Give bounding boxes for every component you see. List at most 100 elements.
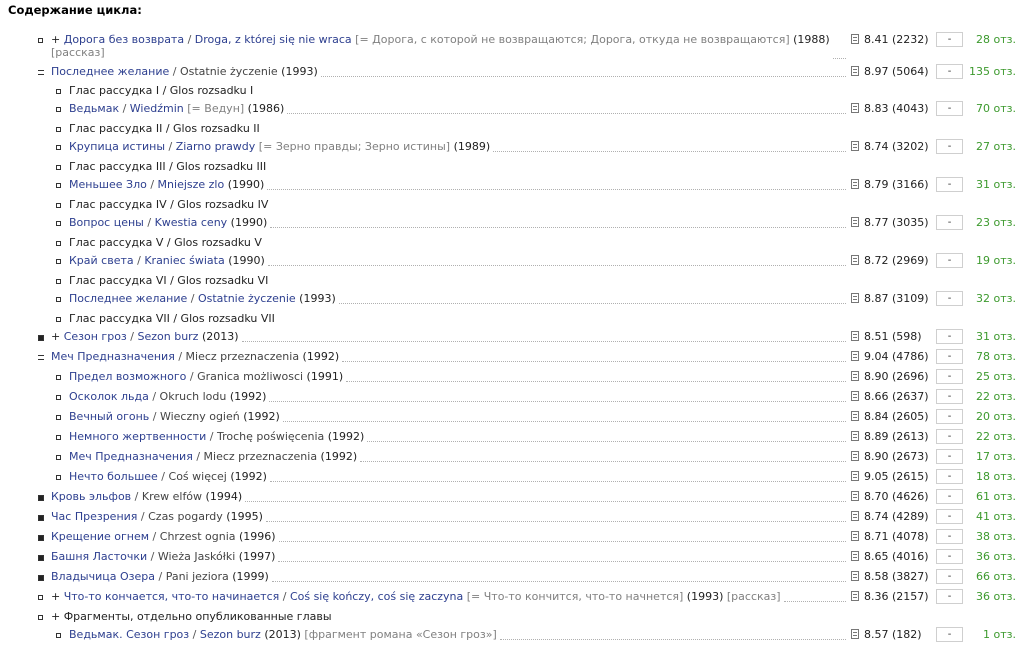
- reviews-count-link[interactable]: 18 отз.: [976, 469, 1016, 485]
- vote-select[interactable]: -: [936, 429, 963, 444]
- reviews-count-link[interactable]: 32 отз.: [976, 291, 1016, 307]
- reviews-count-link[interactable]: 19 отз.: [976, 253, 1016, 269]
- work-title-link[interactable]: Владычица Озера: [51, 570, 155, 583]
- work-title-link[interactable]: Дорога без возврата: [64, 33, 184, 46]
- rating-list-icon[interactable]: [851, 66, 859, 76]
- original-title[interactable]: Ziarno prawdy: [176, 140, 256, 153]
- rating-list-icon[interactable]: [851, 141, 859, 151]
- vote-select[interactable]: -: [936, 627, 963, 642]
- work-title-link[interactable]: Ведьмак: [69, 102, 119, 115]
- work-title-link[interactable]: Последнее желание: [51, 65, 169, 78]
- reviews-count-link[interactable]: 31 отз.: [976, 329, 1016, 345]
- work-title-link[interactable]: Час Презрения: [51, 510, 137, 523]
- reviews-count-link[interactable]: 25 отз.: [976, 369, 1016, 385]
- rating-list-icon[interactable]: [851, 103, 859, 113]
- rating-list-icon[interactable]: [851, 531, 859, 541]
- expand-plus-icon[interactable]: +: [51, 33, 64, 46]
- work-title-link[interactable]: Ведьмак. Сезон гроз: [69, 628, 189, 641]
- rating-list-icon[interactable]: [851, 34, 859, 44]
- work-title-link[interactable]: Край света: [69, 254, 134, 267]
- rating-list-icon[interactable]: [851, 591, 859, 601]
- reviews-count-link[interactable]: 135 отз.: [969, 64, 1016, 80]
- vote-select[interactable]: -: [936, 101, 963, 116]
- vote-select[interactable]: -: [936, 139, 963, 154]
- vote-select[interactable]: -: [936, 469, 963, 484]
- vote-select[interactable]: -: [936, 549, 963, 564]
- vote-select[interactable]: -: [936, 389, 963, 404]
- reviews-count-link[interactable]: 23 отз.: [976, 215, 1016, 231]
- original-title[interactable]: Mniejsze zlo: [158, 178, 225, 191]
- work-title-link[interactable]: Меч Предназначения: [69, 450, 193, 463]
- reviews-count-link[interactable]: 28 отз.: [976, 32, 1016, 48]
- vote-select[interactable]: -: [936, 177, 963, 192]
- reviews-count-link[interactable]: 66 отз.: [976, 569, 1016, 585]
- original-title[interactable]: Kraniec świata: [144, 254, 224, 267]
- vote-select[interactable]: -: [936, 569, 963, 584]
- original-title[interactable]: Coś się kończy, coś się zaczyna: [290, 590, 463, 603]
- work-title-link[interactable]: Вечный огонь: [69, 410, 149, 423]
- vote-select[interactable]: -: [936, 509, 963, 524]
- work-title-link[interactable]: Нечто большее: [69, 470, 158, 483]
- work-title-link[interactable]: Кровь эльфов: [51, 490, 131, 503]
- original-title[interactable]: Sezon burz: [200, 628, 261, 641]
- reviews-count-link[interactable]: 20 отз.: [976, 409, 1016, 425]
- rating-list-icon[interactable]: [851, 431, 859, 441]
- reviews-count-link[interactable]: 38 отз.: [976, 529, 1016, 545]
- rating-list-icon[interactable]: [851, 217, 859, 227]
- rating-list-icon[interactable]: [851, 629, 859, 639]
- work-title-link[interactable]: Немного жертвенности: [69, 430, 206, 443]
- work-title-link[interactable]: Сезон гроз: [64, 330, 127, 343]
- rating-list-icon[interactable]: [851, 179, 859, 189]
- vote-select[interactable]: -: [936, 215, 963, 230]
- rating-list-icon[interactable]: [851, 571, 859, 581]
- reviews-count-link[interactable]: 31 отз.: [976, 177, 1016, 193]
- reviews-count-link[interactable]: 70 отз.: [976, 101, 1016, 117]
- vote-select[interactable]: -: [936, 329, 963, 344]
- reviews-count-link[interactable]: 1 отз.: [983, 627, 1016, 643]
- work-title-link[interactable]: Вопрос цены: [69, 216, 144, 229]
- vote-select[interactable]: -: [936, 409, 963, 424]
- rating-list-icon[interactable]: [851, 255, 859, 265]
- work-title-link[interactable]: Башня Ласточки: [51, 550, 147, 563]
- reviews-count-link[interactable]: 61 отз.: [976, 489, 1016, 505]
- original-title[interactable]: Droga, z której się nie wraca: [195, 33, 352, 46]
- rating-list-icon[interactable]: [851, 411, 859, 421]
- expand-plus-icon[interactable]: +: [51, 330, 64, 343]
- vote-select[interactable]: -: [936, 449, 963, 464]
- original-title[interactable]: Kwestia ceny: [155, 216, 228, 229]
- original-title[interactable]: Sezon burz: [137, 330, 198, 343]
- rating-list-icon[interactable]: [851, 551, 859, 561]
- rating-list-icon[interactable]: [851, 351, 859, 361]
- rating-list-icon[interactable]: [851, 391, 859, 401]
- rating-list-icon[interactable]: [851, 491, 859, 501]
- original-title[interactable]: Wiedźmin: [130, 102, 184, 115]
- original-title[interactable]: Ostatnie życzenie: [198, 292, 296, 305]
- work-title-link[interactable]: Меч Предназначения: [51, 350, 175, 363]
- vote-select[interactable]: -: [936, 489, 963, 504]
- vote-select[interactable]: -: [936, 589, 963, 604]
- rating-list-icon[interactable]: [851, 451, 859, 461]
- work-title-link[interactable]: Предел возможного: [69, 370, 186, 383]
- vote-select[interactable]: -: [936, 369, 963, 384]
- vote-select[interactable]: -: [936, 291, 963, 306]
- reviews-count-link[interactable]: 17 отз.: [976, 449, 1016, 465]
- vote-select[interactable]: -: [936, 64, 963, 79]
- rating-list-icon[interactable]: [851, 293, 859, 303]
- work-title-link[interactable]: Что-то кончается, что-то начинается: [64, 590, 280, 603]
- rating-list-icon[interactable]: [851, 511, 859, 521]
- work-title-link[interactable]: Меньшее Зло: [69, 178, 147, 191]
- reviews-count-link[interactable]: 27 отз.: [976, 139, 1016, 155]
- reviews-count-link[interactable]: 78 отз.: [976, 349, 1016, 365]
- vote-select[interactable]: -: [936, 253, 963, 268]
- vote-select[interactable]: -: [936, 529, 963, 544]
- expand-plus-icon[interactable]: +: [51, 590, 64, 603]
- vote-select[interactable]: -: [936, 349, 963, 364]
- rating-list-icon[interactable]: [851, 371, 859, 381]
- reviews-count-link[interactable]: 36 отз.: [976, 589, 1016, 605]
- rating-list-icon[interactable]: [851, 471, 859, 481]
- work-title-link[interactable]: Крупица истины: [69, 140, 165, 153]
- work-title-link[interactable]: Осколок льда: [69, 390, 149, 403]
- reviews-count-link[interactable]: 22 отз.: [976, 429, 1016, 445]
- vote-select[interactable]: -: [936, 32, 963, 47]
- reviews-count-link[interactable]: 36 отз.: [976, 549, 1016, 565]
